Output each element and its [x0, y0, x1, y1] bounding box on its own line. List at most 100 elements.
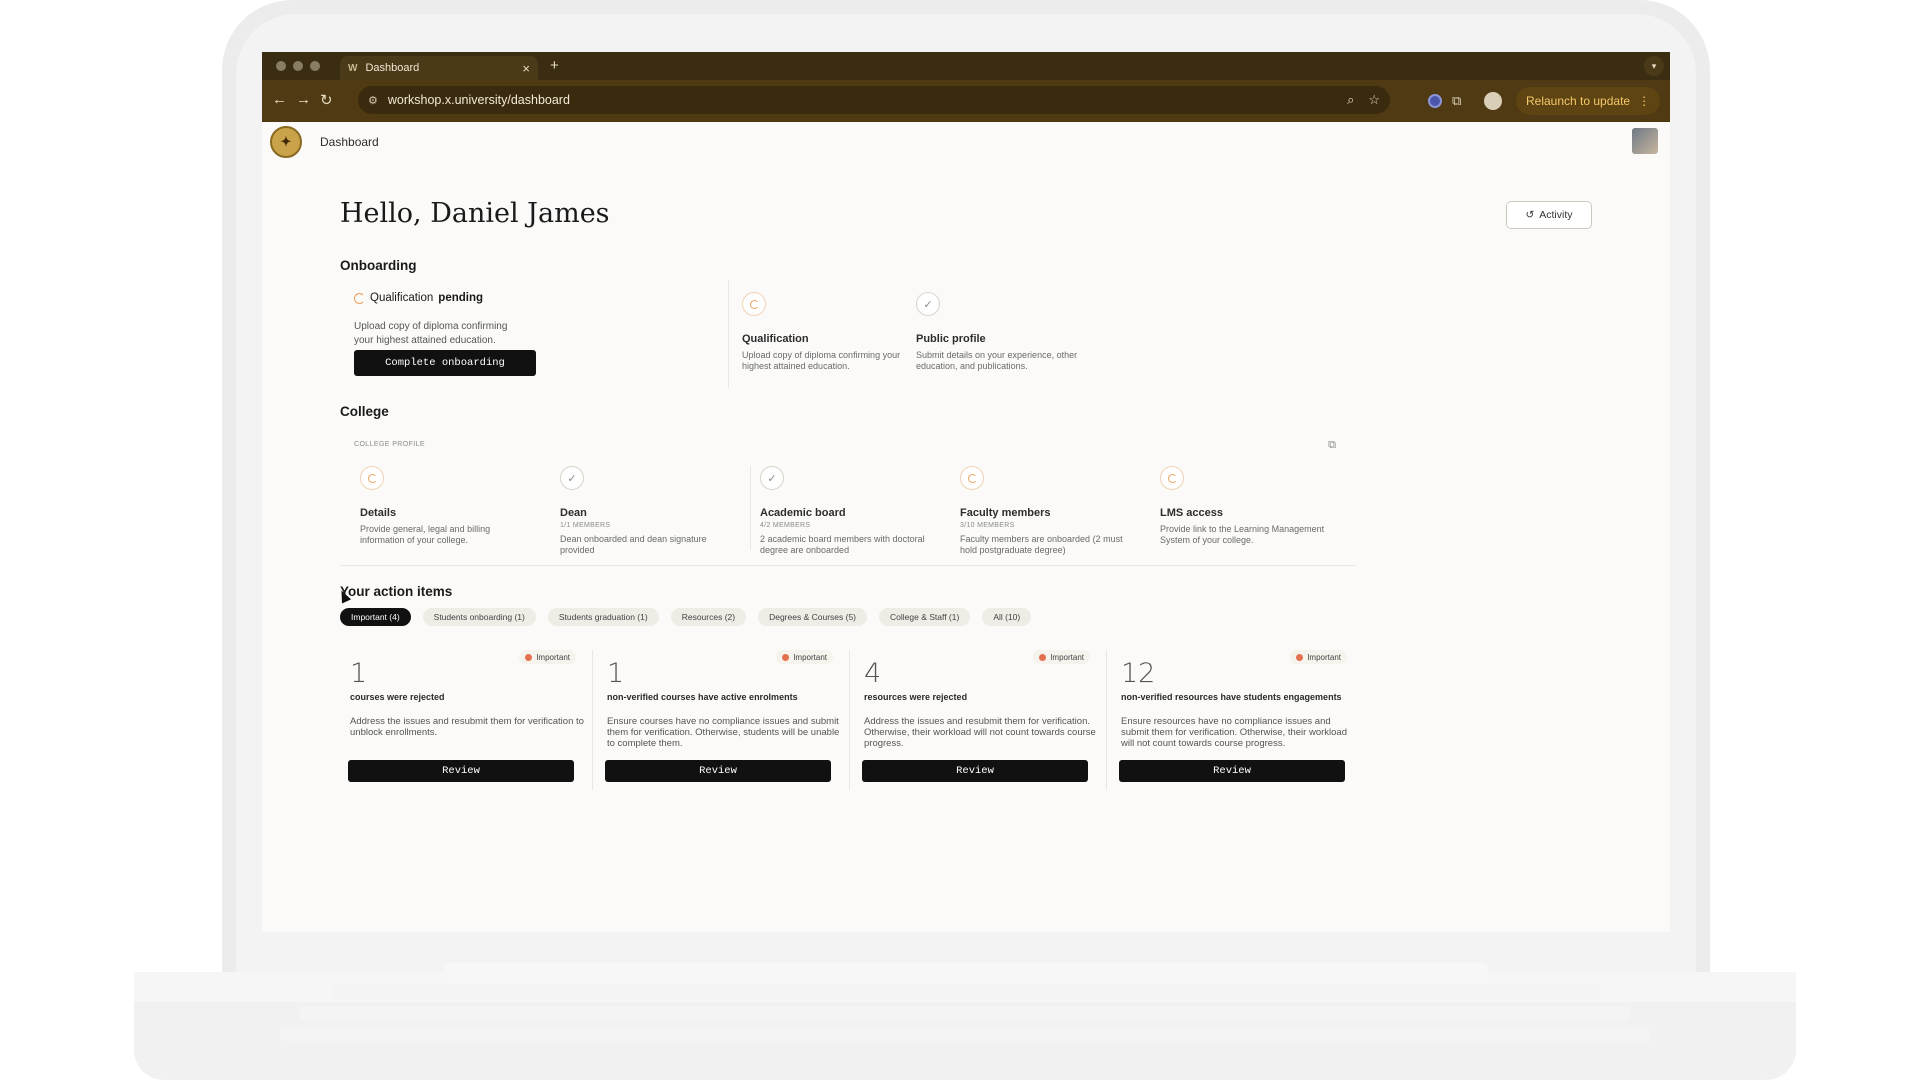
badge-label: Important: [536, 652, 570, 662]
onboarding-step-qualification[interactable]: Qualification Upload copy of diploma con…: [742, 292, 910, 372]
step-description: Dean onboarded and dean signature provid…: [560, 534, 707, 555]
important-dot-icon: [782, 653, 790, 661]
step-meta: 3/10 MEMBERS: [960, 522, 1015, 529]
forward-arrow-icon[interactable]: →: [296, 91, 311, 108]
badge-label: Important: [1307, 652, 1341, 662]
pending-step-icon: [360, 466, 384, 490]
step-title: Faculty members: [960, 507, 1051, 519]
important-badge: Important: [1290, 650, 1347, 664]
check-icon: ✓: [560, 466, 584, 490]
reload-icon[interactable]: ↻: [320, 91, 333, 109]
keyboard-row: [330, 985, 1600, 999]
pending-step-icon: [1160, 466, 1184, 490]
filter-chip-students-graduation[interactable]: Students graduation (1): [547, 608, 659, 626]
tab-close-icon[interactable]: ×: [522, 61, 530, 76]
important-badge: Important: [776, 650, 833, 664]
college-step-details[interactable]: Details Provide general, legal and billi…: [360, 466, 536, 546]
activity-label: Activity: [1539, 209, 1573, 221]
action-count: 1: [350, 658, 368, 689]
divider: [592, 650, 593, 790]
activity-button[interactable]: ↺ Activity: [1506, 201, 1592, 229]
onboarding-description: Upload copy of diploma confirming your h…: [354, 321, 508, 346]
action-card: Important 4 resources were rejected Addr…: [854, 640, 1100, 790]
review-button[interactable]: Review: [862, 760, 1088, 782]
favicon-icon: W: [348, 62, 358, 74]
onboarding-status-card: Qualification pending Upload copy of dip…: [340, 284, 536, 394]
review-button[interactable]: Review: [1119, 760, 1345, 782]
college-step-lms-access[interactable]: LMS access Provide link to the Learning …: [1160, 466, 1336, 546]
address-bar[interactable]: ⚙ workshop.x.university/dashboard ⌕ ☆: [358, 86, 1390, 114]
college-profile-label: COLLEGE PROFILE: [354, 441, 425, 448]
college-step-academic-board[interactable]: ✓ Academic board 4/2 MEMBERS 2 academic …: [760, 466, 936, 556]
avatar[interactable]: [1632, 128, 1658, 154]
college-step-dean[interactable]: ✓ Dean 1/1 MEMBERS Dean onboarded and de…: [560, 466, 736, 556]
step-title: Qualification: [742, 333, 809, 345]
step-description: Provide general, legal and billing infor…: [360, 524, 491, 545]
college-step-faculty-members[interactable]: Faculty members 3/10 MEMBERS Faculty mem…: [960, 466, 1136, 556]
tab-search-icon[interactable]: ▾: [1644, 56, 1664, 76]
browser-toolbar: ← → ↻ ⚙ workshop.x.university/dashboard …: [262, 80, 1670, 122]
important-badge: Important: [1033, 650, 1090, 664]
profile-icon[interactable]: [1484, 92, 1502, 110]
step-meta: 1/1 MEMBERS: [560, 522, 611, 529]
important-badge: Important: [519, 650, 576, 664]
relaunch-label: Relaunch to update: [1526, 94, 1631, 108]
important-dot-icon: [1039, 653, 1047, 661]
action-label: non-verified resources have students eng…: [1121, 692, 1342, 702]
filter-chip-college-staff[interactable]: College & Staff (1): [879, 608, 971, 626]
step-meta: 4/2 MEMBERS: [760, 522, 811, 529]
action-description: Ensure courses have no compliance issues…: [607, 716, 840, 749]
step-title: Dean: [560, 507, 587, 519]
divider: [750, 466, 751, 550]
step-description: Faculty members are onboarded (2 must ho…: [960, 534, 1123, 555]
relaunch-button[interactable]: Relaunch to update ⋮: [1516, 87, 1661, 115]
onboarding-title: Onboarding: [340, 258, 417, 273]
url-text[interactable]: workshop.x.university/dashboard: [388, 93, 1333, 107]
zoom-icon[interactable]: ⌕: [1347, 92, 1354, 108]
divider: [728, 280, 729, 388]
onboarding-step-public-profile[interactable]: ✓ Public profile Submit details on your …: [916, 292, 1084, 372]
new-tab-icon[interactable]: +: [550, 57, 559, 74]
filter-chip-degrees-courses[interactable]: Degrees & Courses (5): [758, 608, 868, 626]
filter-chip-students-onboarding[interactable]: Students onboarding (1): [422, 608, 536, 626]
action-items-title: Your action items: [340, 584, 453, 599]
action-label: courses were rejected: [350, 692, 445, 702]
site-info-icon[interactable]: ⚙: [368, 94, 378, 107]
university-logo[interactable]: ✦: [270, 126, 302, 158]
filter-chip-resources[interactable]: Resources (2): [670, 608, 747, 626]
browser-tab[interactable]: W Dashboard ×: [340, 56, 538, 80]
page-title: Hello, Daniel James: [340, 198, 610, 229]
browser-tabbar: W Dashboard × + ▾: [262, 52, 1670, 80]
filter-chip-important[interactable]: Important (4): [340, 608, 411, 626]
step-description: Submit details on your experience, other…: [916, 350, 1078, 371]
more-vert-icon[interactable]: ⋮: [1638, 94, 1650, 108]
history-icon: ↺: [1525, 209, 1535, 221]
step-title: LMS access: [1160, 507, 1223, 519]
onboarding-status: Qualification pending: [354, 292, 483, 304]
action-description: Ensure resources have no compliance issu…: [1121, 716, 1347, 749]
bookmark-star-icon[interactable]: ☆: [1368, 92, 1380, 108]
step-title: Academic board: [760, 507, 846, 519]
review-button[interactable]: Review: [348, 760, 574, 782]
action-filters: Important (4) Students onboarding (1) St…: [340, 608, 1032, 626]
external-link-icon[interactable]: ⧉: [1328, 439, 1336, 452]
step-description: 2 academic board members with doctoral d…: [760, 534, 925, 555]
back-arrow-icon[interactable]: ←: [272, 91, 287, 108]
keyboard-row: [300, 1006, 1630, 1020]
maximize-window-button[interactable]: [310, 61, 320, 71]
review-button[interactable]: Review: [605, 760, 831, 782]
tab-title: Dashboard: [365, 62, 420, 74]
action-label: resources were rejected: [864, 692, 968, 702]
close-window-button[interactable]: [276, 61, 286, 71]
filter-chip-all[interactable]: All (10): [982, 608, 1032, 626]
action-label: non-verified courses have active enrolme…: [607, 692, 798, 702]
complete-onboarding-button[interactable]: Complete onboarding: [354, 350, 536, 376]
pending-step-icon: [742, 292, 766, 316]
minimize-window-button[interactable]: [293, 61, 303, 71]
action-count: 4: [864, 658, 882, 689]
important-dot-icon: [525, 653, 533, 661]
extension-icon[interactable]: [1428, 94, 1442, 108]
extensions-puzzle-icon[interactable]: ⧉: [1452, 93, 1461, 109]
divider: [849, 650, 850, 790]
important-dot-icon: [1296, 653, 1304, 661]
